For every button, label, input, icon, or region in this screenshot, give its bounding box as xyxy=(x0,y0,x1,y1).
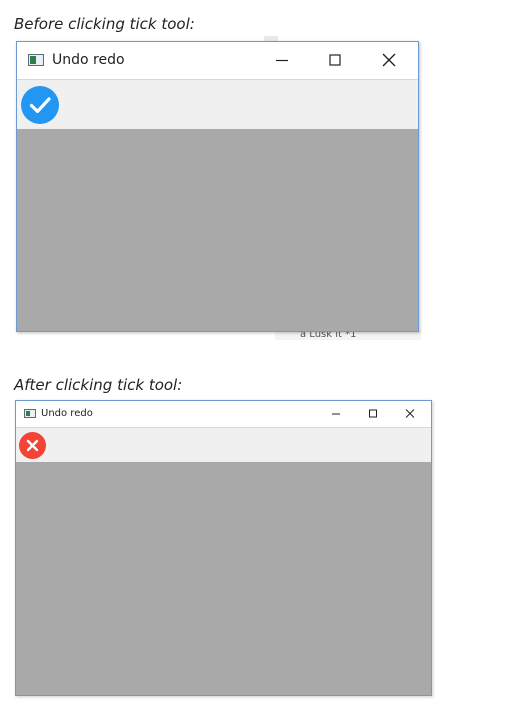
minimize-icon xyxy=(276,59,288,62)
window-title: Undo redo xyxy=(52,52,125,68)
close-icon xyxy=(405,409,415,418)
x-circle-icon xyxy=(19,432,46,459)
caption-before: Before clicking tick tool: xyxy=(14,15,195,33)
window-title: Undo redo xyxy=(41,408,93,419)
toolbar xyxy=(17,79,418,130)
minimize-icon xyxy=(332,413,340,415)
canvas-area[interactable] xyxy=(16,462,431,695)
app-window-icon xyxy=(28,54,44,66)
checkmark-circle-icon xyxy=(21,86,59,124)
maximize-button[interactable] xyxy=(324,50,346,70)
title-bar: Undo redo xyxy=(17,42,418,79)
caption-after: After clicking tick tool: xyxy=(14,376,183,394)
close-icon xyxy=(382,53,396,67)
canvas-area[interactable] xyxy=(17,129,418,331)
maximize-icon xyxy=(329,54,341,66)
toolbar xyxy=(16,427,431,463)
maximize-icon xyxy=(369,409,377,418)
tick-tool-button[interactable] xyxy=(19,432,46,459)
maximize-button[interactable] xyxy=(365,406,381,421)
window-before: Undo redo xyxy=(16,41,419,332)
minimize-button[interactable] xyxy=(271,50,293,70)
title-bar: Undo redo xyxy=(16,401,431,427)
window-after: Undo redo xyxy=(15,400,432,696)
tick-tool-button[interactable] xyxy=(21,86,59,124)
close-button[interactable] xyxy=(378,50,400,70)
minimize-button[interactable] xyxy=(328,406,344,421)
close-button[interactable] xyxy=(402,406,418,421)
app-window-icon xyxy=(24,409,36,418)
